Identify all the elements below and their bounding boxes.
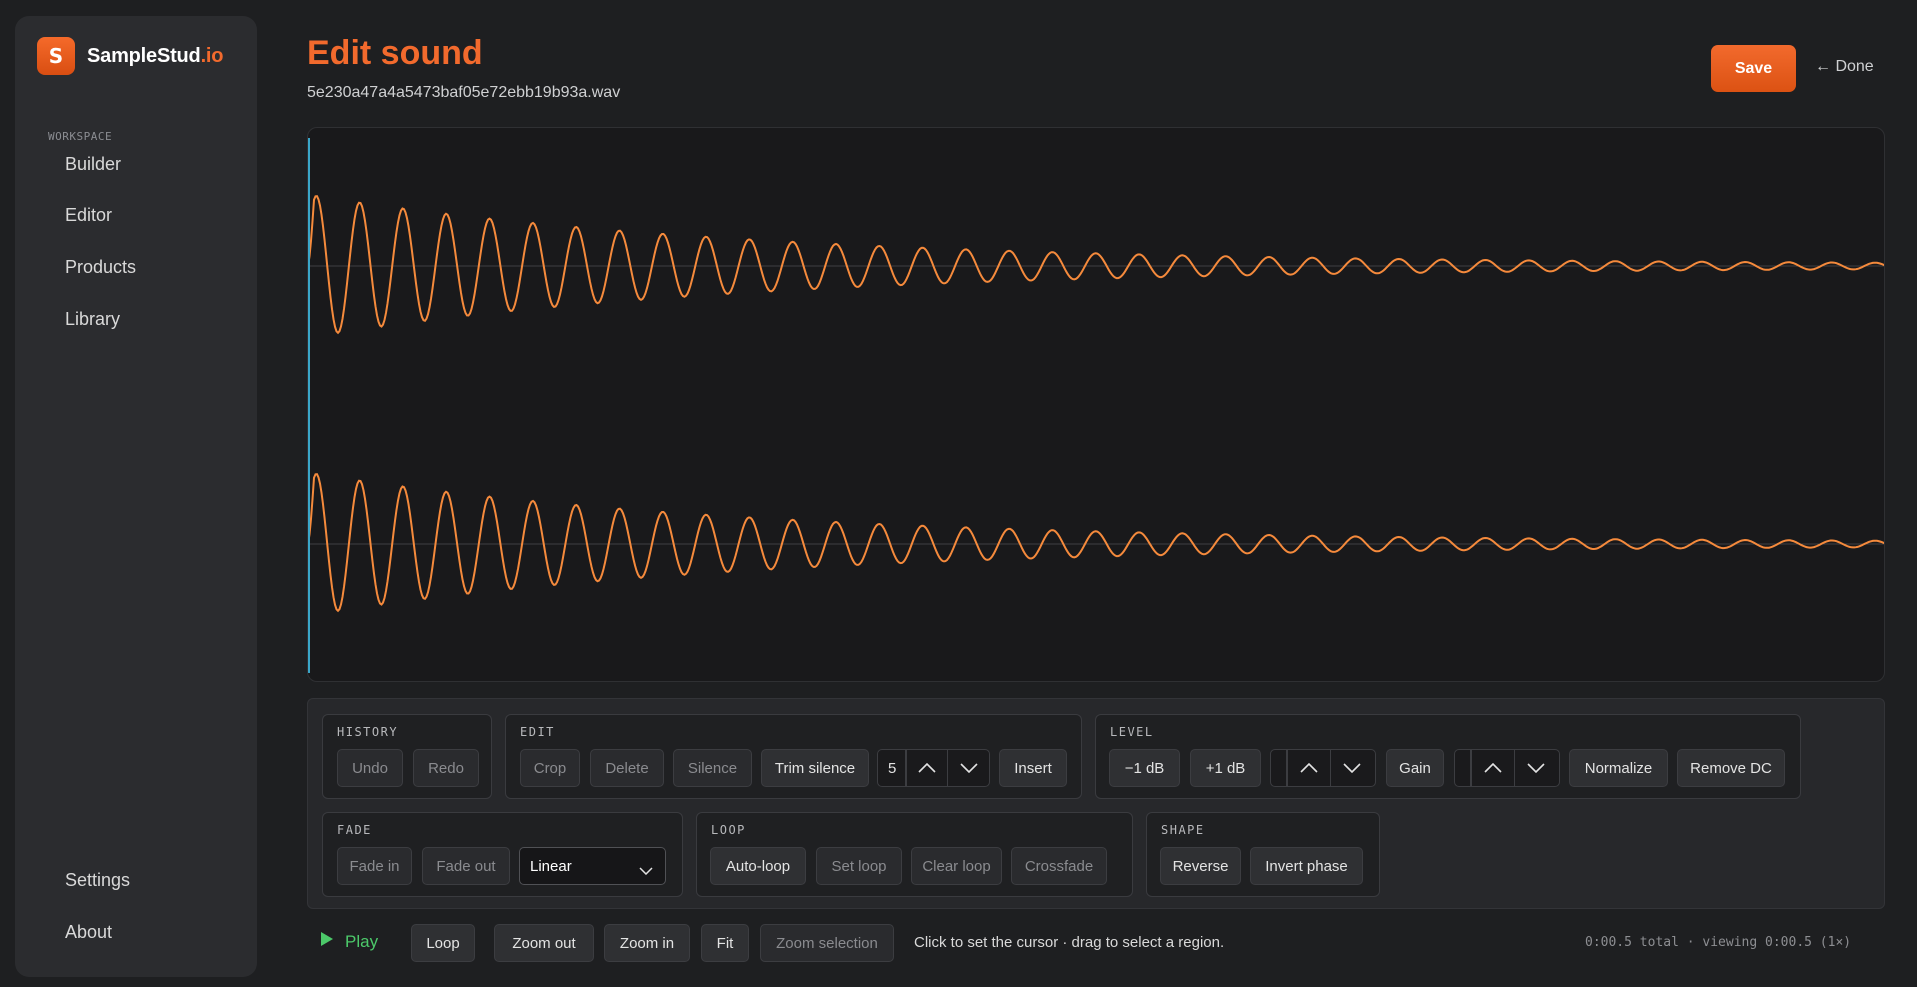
brand-name-accent: .io [200, 44, 224, 67]
trim-threshold-stepper[interactable]: 5 [877, 749, 990, 787]
zoom-in-button[interactable]: Zoom in [604, 924, 690, 962]
zoom-selection-button[interactable]: Zoom selection [760, 924, 894, 962]
workspace-section-label: WORKSPACE [48, 130, 113, 143]
fade-curve-value: Linear [530, 857, 572, 875]
trim-silence-button[interactable]: Trim silence [761, 749, 869, 787]
sidebar-item-library[interactable]: Library [65, 309, 120, 330]
sidebar-item-products[interactable]: Products [65, 257, 136, 278]
loop-group: LOOP Auto-loop Set loop Clear loop Cross… [696, 812, 1133, 897]
sidebar-item-settings[interactable]: Settings [65, 870, 130, 891]
remove-dc-button[interactable]: Remove DC [1677, 749, 1785, 787]
insert-button[interactable]: Insert [999, 749, 1067, 787]
fade-in-button[interactable]: Fade in [337, 847, 412, 885]
save-button[interactable]: Save [1711, 45, 1796, 92]
loop-title: LOOP [711, 823, 746, 837]
fade-out-button[interactable]: Fade out [422, 847, 510, 885]
gain-stepper-value [1455, 750, 1471, 786]
sidebar: S SampleStud.io WORKSPACE Builder Editor… [15, 16, 257, 977]
chevron-up-icon[interactable] [1471, 750, 1514, 786]
silence-button[interactable]: Silence [673, 749, 752, 787]
time-status: 0:00.5 total · viewing 0:00.5 (1×) [1585, 935, 1852, 950]
set-loop-button[interactable]: Set loop [816, 847, 902, 885]
delete-button[interactable]: Delete [590, 749, 664, 787]
history-group: HISTORY Undo Redo [322, 714, 492, 799]
chevron-down-icon[interactable] [947, 750, 989, 786]
play-icon [320, 931, 334, 952]
level-title: LEVEL [1110, 725, 1154, 739]
shape-group: SHAPE Reverse Invert phase [1146, 812, 1380, 897]
level-group: LEVEL −1 dB +1 dB Gain Normalize Remove … [1095, 714, 1801, 799]
reverse-button[interactable]: Reverse [1160, 847, 1241, 885]
hint-text: Click to set the cursor · drag to select… [914, 934, 1225, 951]
chevron-up-icon[interactable] [905, 750, 948, 786]
invert-phase-button[interactable]: Invert phase [1250, 847, 1363, 885]
gain-stepper[interactable] [1454, 749, 1560, 787]
edit-title: EDIT [520, 725, 555, 739]
waveform-canvas[interactable] [307, 127, 1885, 682]
gain-button[interactable]: Gain [1386, 749, 1444, 787]
chevron-down-icon [639, 862, 653, 879]
play-button[interactable]: Play [320, 931, 378, 952]
sidebar-item-about[interactable]: About [65, 922, 112, 943]
normalize-button[interactable]: Normalize [1569, 749, 1668, 787]
controls-panel: HISTORY Undo Redo EDIT Crop Delete Silen… [307, 698, 1885, 909]
play-label: Play [345, 931, 379, 951]
db-stepper[interactable] [1270, 749, 1376, 787]
file-name: 5e230a47a4a5473baf05e72ebb19b93a.wav [307, 84, 621, 101]
loop-toggle-button[interactable]: Loop [411, 924, 475, 962]
brand-logo: S [37, 37, 75, 75]
clear-loop-button[interactable]: Clear loop [911, 847, 1002, 885]
brand[interactable]: S SampleStud.io [37, 37, 224, 75]
sidebar-item-editor[interactable]: Editor [65, 205, 112, 226]
crossfade-button[interactable]: Crossfade [1011, 847, 1107, 885]
fade-group: FADE Fade in Fade out Linear [322, 812, 683, 897]
zoom-out-button[interactable]: Zoom out [494, 924, 594, 962]
waveform-svg [308, 138, 1884, 673]
done-button[interactable]: ← Done [1815, 58, 1874, 76]
chevron-down-icon[interactable] [1514, 750, 1557, 786]
minus-1db-button[interactable]: −1 dB [1109, 749, 1180, 787]
chevron-up-icon[interactable] [1287, 750, 1330, 786]
brand-name-main: SampleStud [87, 44, 201, 67]
shape-title: SHAPE [1161, 823, 1205, 837]
chevron-down-icon[interactable] [1330, 750, 1373, 786]
undo-button[interactable]: Undo [337, 749, 403, 787]
stepper-value: 5 [878, 750, 906, 786]
sidebar-item-builder[interactable]: Builder [65, 154, 121, 175]
plus-1db-button[interactable]: +1 dB [1190, 749, 1261, 787]
page-title: Edit sound [307, 34, 483, 72]
auto-loop-button[interactable]: Auto-loop [710, 847, 806, 885]
brand-name: SampleStud.io [87, 44, 224, 68]
fade-title: FADE [337, 823, 372, 837]
redo-button[interactable]: Redo [413, 749, 479, 787]
channel-1-waveform [308, 195, 1884, 335]
crop-button[interactable]: Crop [520, 749, 580, 787]
fit-button[interactable]: Fit [701, 924, 749, 962]
history-title: HISTORY [337, 725, 399, 739]
channel-2-waveform [308, 473, 1884, 613]
edit-group: EDIT Crop Delete Silence Trim silence 5 … [505, 714, 1082, 799]
db-stepper-value [1271, 750, 1287, 786]
fade-curve-select[interactable]: Linear [519, 847, 666, 885]
